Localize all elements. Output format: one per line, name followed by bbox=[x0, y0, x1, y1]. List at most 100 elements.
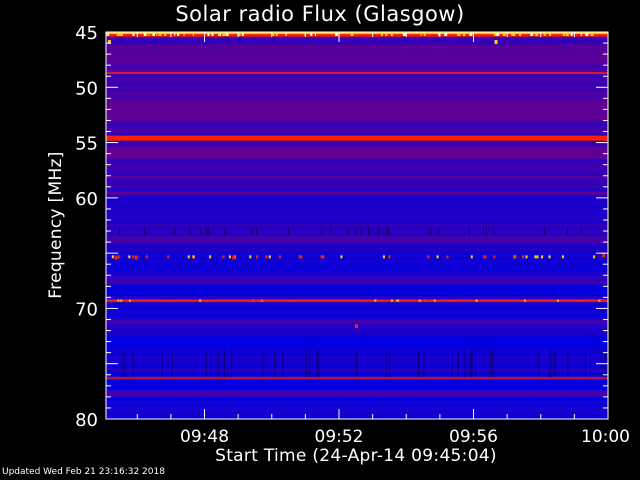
heatmap-row bbox=[106, 311, 608, 314]
speckle bbox=[536, 255, 539, 259]
speckle bbox=[285, 33, 287, 36]
heatmap-row bbox=[106, 383, 608, 386]
speckle bbox=[593, 255, 596, 259]
speckle bbox=[148, 33, 150, 36]
speckle bbox=[541, 255, 544, 259]
speckle bbox=[469, 33, 473, 36]
burst bbox=[354, 324, 358, 329]
speckle bbox=[272, 33, 275, 36]
speckle bbox=[132, 299, 135, 302]
speckle bbox=[132, 33, 135, 36]
dropout-streak bbox=[489, 350, 491, 377]
heatmap-row bbox=[106, 293, 608, 296]
speckle bbox=[222, 255, 225, 259]
burst bbox=[114, 255, 118, 260]
heatmap-row bbox=[106, 287, 608, 290]
heatmap-row bbox=[106, 212, 608, 215]
dropout-streak bbox=[566, 226, 568, 236]
speckle bbox=[350, 33, 354, 36]
speckle bbox=[106, 33, 108, 36]
speckle bbox=[570, 33, 573, 36]
dropout-streak bbox=[230, 350, 232, 377]
speckle bbox=[381, 33, 384, 36]
heatmap-row bbox=[106, 89, 608, 92]
heatmap-row bbox=[106, 215, 608, 218]
y-tick-label: 70 bbox=[75, 299, 98, 320]
heatmap-row bbox=[106, 269, 608, 272]
speckle bbox=[206, 299, 209, 302]
dropout-streak bbox=[385, 226, 387, 236]
speckle bbox=[585, 33, 587, 36]
speckle bbox=[470, 255, 473, 259]
dropout-streak bbox=[207, 226, 209, 236]
speckle bbox=[268, 255, 271, 259]
speckle bbox=[117, 299, 120, 302]
speckle bbox=[388, 255, 391, 259]
burst bbox=[602, 253, 606, 258]
x-tick-label: 10:00 bbox=[581, 427, 630, 447]
heatmap-row bbox=[106, 83, 608, 86]
speckle bbox=[447, 299, 450, 302]
y-tick-label: 60 bbox=[75, 189, 98, 210]
speckle bbox=[483, 255, 486, 259]
speckle bbox=[407, 299, 410, 302]
updated-timestamp: Updated Wed Feb 21 23:16:32 2018 bbox=[2, 467, 165, 477]
heatmap-row bbox=[106, 257, 608, 260]
speckle bbox=[511, 33, 514, 36]
speckle bbox=[128, 299, 131, 302]
speckle bbox=[436, 255, 439, 259]
speckle bbox=[167, 255, 170, 259]
y-axis-label: Frequency [MHz] bbox=[46, 151, 66, 299]
heatmap-row bbox=[106, 251, 608, 254]
heatmap-row bbox=[106, 224, 608, 227]
dropout-streak bbox=[256, 226, 258, 236]
heatmap-row bbox=[106, 263, 608, 266]
heatmap-row bbox=[106, 302, 608, 305]
speckle bbox=[111, 255, 114, 259]
heatmap-row bbox=[106, 230, 608, 233]
dropout-streak bbox=[493, 226, 495, 236]
dropout-streak bbox=[464, 350, 466, 377]
speckle bbox=[541, 299, 544, 302]
dropout-streak bbox=[437, 226, 439, 236]
speckle bbox=[209, 255, 212, 259]
spectrogram-chart: 45 50 55 60 70 80 09:48 09:52 09:56 10:00 bbox=[75, 23, 630, 447]
speckle bbox=[291, 299, 294, 302]
dropout-streak bbox=[429, 226, 431, 236]
frequency-band bbox=[106, 71, 608, 75]
speckle bbox=[187, 299, 190, 302]
frequency-band bbox=[106, 191, 608, 196]
heatmap-row bbox=[106, 404, 608, 407]
speckle bbox=[207, 33, 210, 36]
speckle bbox=[187, 255, 190, 259]
heatmap-row bbox=[106, 341, 608, 344]
speckle bbox=[431, 299, 434, 302]
speckle bbox=[534, 255, 537, 259]
heatmap-row bbox=[106, 170, 608, 173]
speckle bbox=[536, 33, 538, 36]
speckle bbox=[315, 33, 317, 36]
speckle bbox=[397, 299, 400, 302]
burst bbox=[494, 39, 498, 44]
speckle bbox=[402, 33, 406, 36]
speckle bbox=[294, 299, 297, 302]
heatmap-row bbox=[106, 161, 608, 164]
dropout-streak bbox=[554, 350, 556, 377]
dropout-streak bbox=[538, 350, 540, 377]
heatmap-row bbox=[106, 197, 608, 200]
frequency-band bbox=[106, 320, 608, 324]
dropout-streak bbox=[189, 226, 191, 236]
dropout-streak bbox=[124, 350, 126, 377]
dropout-streak bbox=[321, 226, 323, 236]
heatmap-row bbox=[106, 329, 608, 332]
heatmap-row bbox=[106, 206, 608, 209]
burst bbox=[134, 255, 138, 260]
speckle bbox=[174, 33, 176, 36]
dropout-streak bbox=[217, 350, 219, 377]
speckle bbox=[280, 299, 283, 302]
dropout-streak bbox=[486, 226, 488, 236]
heatmap-row bbox=[106, 203, 608, 206]
heatmap-row bbox=[106, 209, 608, 212]
heatmap-row bbox=[106, 95, 608, 98]
speckle bbox=[580, 299, 583, 302]
